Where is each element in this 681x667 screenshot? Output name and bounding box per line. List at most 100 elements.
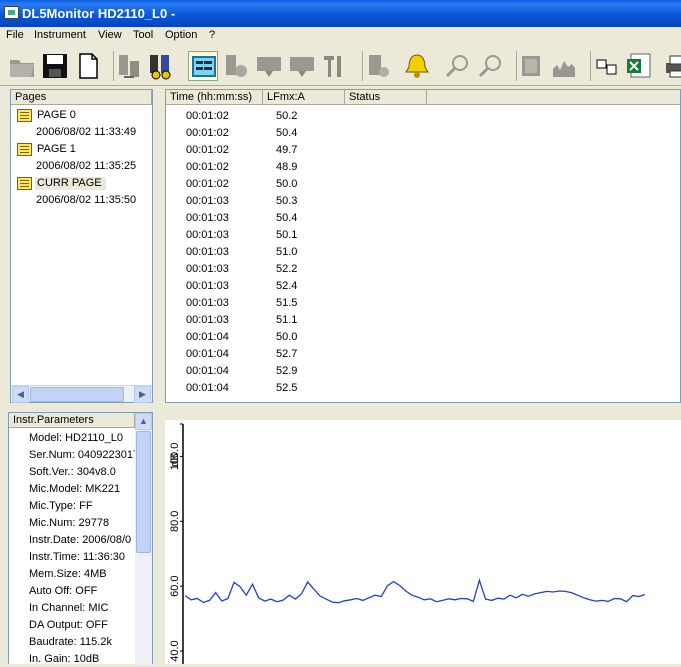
- param-item: Mic.Model: MK221: [29, 483, 121, 495]
- instrument-config-icon[interactable]: [362, 51, 392, 81]
- time-cell: 00:01:02: [186, 144, 229, 156]
- menu-option[interactable]: Option: [165, 29, 197, 41]
- scroll-left-button[interactable]: ◀: [12, 386, 29, 403]
- time-cell: 00:01:03: [186, 263, 229, 275]
- time-cell: 00:01:04: [186, 331, 229, 343]
- page-label: PAGE 1: [37, 143, 76, 155]
- chart-area: 40.0 60.0 80.0 100.0 dB: [165, 420, 681, 664]
- param-item: Auto Off: OFF: [29, 585, 98, 597]
- time-cell: 00:01:03: [186, 195, 229, 207]
- param-item: Instr.Date: 2006/08/0: [29, 534, 132, 546]
- page-date: 2006/08/02 11:35:25: [36, 160, 137, 172]
- value-cell: 50.4: [276, 212, 298, 224]
- scroll-up-button[interactable]: ▲: [135, 413, 152, 430]
- params-vscrollbar[interactable]: ▲: [135, 413, 152, 665]
- title-bar: DL5Monitor HD2110_L0 -: [0, 0, 681, 27]
- time-cell: 00:01:02: [186, 178, 229, 190]
- param-item: Ser.Num: 0409223017: [29, 449, 140, 461]
- value-cell: 50.0: [276, 178, 298, 190]
- time-cell: 00:01:04: [186, 365, 229, 377]
- new-document-icon[interactable]: [73, 51, 103, 81]
- param-item: Model: HD2110_L0: [29, 432, 123, 444]
- params-header: Instr.Parameters: [9, 413, 135, 428]
- instrument-disconnect-icon[interactable]: [146, 51, 176, 81]
- alarm-bell-icon[interactable]: [402, 51, 432, 81]
- time-cell: 00:01:02: [186, 161, 229, 173]
- y-tick-label: 40.0: [169, 640, 181, 661]
- menu-file[interactable]: File: [6, 29, 24, 41]
- scroll-right-button[interactable]: ▶: [134, 386, 151, 403]
- params-pane: Instr.Parameters Model: HD2110_L0 Ser.Num…: [8, 412, 153, 665]
- zoom-in-icon[interactable]: [443, 51, 473, 81]
- open-folder-icon[interactable]: [7, 51, 37, 81]
- param-item: In Channel: MIC: [29, 602, 109, 614]
- horizontal-splitter[interactable]: [0, 403, 681, 409]
- level-chart: 40.060.080.0100.0dB: [169, 423, 646, 664]
- value-cell: 52.9: [276, 365, 298, 377]
- excel-export-icon[interactable]: [624, 51, 654, 81]
- value-cell: 50.2: [276, 110, 298, 122]
- window-title: DL5Monitor HD2110_L0 -: [22, 6, 176, 21]
- value-cell: 52.5: [276, 382, 298, 394]
- value-cell: 52.2: [276, 263, 298, 275]
- param-item: In. Gain: 10dB: [29, 653, 100, 665]
- printer-icon[interactable]: [662, 51, 681, 81]
- value-cell: 52.7: [276, 348, 298, 360]
- time-cell: 00:01:03: [186, 246, 229, 258]
- time-cell: 00:01:03: [186, 280, 229, 292]
- level-series-line: [184, 578, 646, 604]
- toolbar: [0, 46, 681, 86]
- scroll-thumb[interactable]: [30, 387, 124, 402]
- instrument-connect-icon[interactable]: [113, 51, 143, 81]
- table-icon[interactable]: [590, 51, 620, 81]
- monitor-icon[interactable]: [254, 51, 284, 81]
- time-cell: 00:01:04: [186, 348, 229, 360]
- book-icon[interactable]: [516, 51, 546, 81]
- time-cell: 00:01:03: [186, 314, 229, 326]
- value-cell: 50.3: [276, 195, 298, 207]
- column-header-status[interactable]: Status: [345, 90, 427, 105]
- param-item: Mic.Num: 29778: [29, 517, 110, 529]
- menu-view[interactable]: View: [98, 29, 122, 41]
- column-header-filler: [427, 90, 680, 105]
- data-table-pane: Time (hh:mm:ss) LFmx:A Status 00:01:02 50…: [165, 89, 681, 403]
- value-cell: 50.4: [276, 127, 298, 139]
- value-cell: 49.7: [276, 144, 298, 156]
- pages-hscrollbar[interactable]: ◀ ▶: [11, 385, 152, 403]
- param-item: Instr.Time: 11:36:30: [29, 551, 125, 563]
- page-label: CURR PAGE: [35, 177, 106, 190]
- menu-help[interactable]: ?: [209, 29, 215, 41]
- time-cell: 00:01:03: [186, 212, 229, 224]
- param-item: Mem.Size: 4MB: [29, 568, 107, 580]
- app-icon: [4, 6, 19, 19]
- column-header-lfmx[interactable]: LFmx:A: [263, 90, 345, 105]
- menu-tool[interactable]: Tool: [133, 29, 153, 41]
- page-date: 2006/08/02 11:33:49: [36, 126, 137, 138]
- time-cell: 00:01:02: [186, 127, 229, 139]
- value-cell: 52.4: [276, 280, 298, 292]
- value-cell: 51.0: [276, 246, 298, 258]
- page-label: PAGE 0: [37, 109, 76, 121]
- save-icon[interactable]: [40, 51, 70, 81]
- column-header-time[interactable]: Time (hh:mm:ss): [166, 90, 263, 105]
- y-axis-label: dB: [169, 453, 181, 466]
- y-tick-label: 80.0: [169, 511, 181, 532]
- menu-instrument[interactable]: Instrument: [34, 29, 86, 41]
- zoom-out-icon[interactable]: [476, 51, 506, 81]
- instrument-settings-icon[interactable]: [221, 51, 251, 81]
- chart-icon[interactable]: [549, 51, 579, 81]
- page-date: 2006/08/02 11:35:50: [36, 194, 137, 206]
- page-icon: [17, 109, 32, 122]
- scroll-thumb[interactable]: [136, 431, 151, 553]
- param-item: Baudrate: 115.2k: [29, 636, 112, 648]
- tools-icon[interactable]: [320, 51, 350, 81]
- page-icon: [17, 143, 32, 156]
- time-cell: 00:01:03: [186, 297, 229, 309]
- value-cell: 51.5: [276, 297, 298, 309]
- value-cell: 48.9: [276, 161, 298, 173]
- display-monitor-icon[interactable]: [188, 51, 218, 81]
- value-cell: 51.1: [276, 314, 298, 326]
- print-data-icon[interactable]: [287, 51, 317, 81]
- pages-pane: Pages PAGE 0 2006/08/02 11:33:49 PAGE 1 …: [10, 89, 153, 403]
- value-cell: 50.1: [276, 229, 298, 241]
